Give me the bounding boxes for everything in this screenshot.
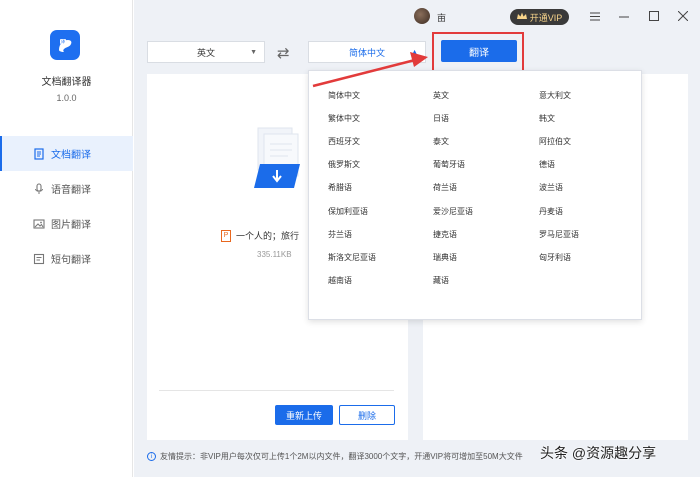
- language-option[interactable]: 德语: [539, 153, 639, 176]
- caret-up-icon: ▲: [411, 49, 418, 56]
- vip-button[interactable]: 开通VIP: [510, 9, 569, 25]
- language-option[interactable]: 西班牙文: [328, 130, 433, 153]
- username[interactable]: 亩: [437, 11, 446, 24]
- target-language-value: 简体中文: [348, 47, 385, 58]
- sidebar-item-image-translate[interactable]: 图片翻译: [0, 206, 133, 241]
- sidebar-item-voice-translate[interactable]: 语音翻译: [0, 171, 133, 206]
- language-option[interactable]: 保加利亚语: [328, 199, 433, 222]
- source-language-select[interactable]: 英文 ▼: [147, 41, 265, 63]
- document-icon: [33, 147, 45, 160]
- text-icon: [33, 253, 45, 265]
- language-dropdown: 简体中文 英文 意大利文繁体中文 日语 韩文西班牙文 泰文 阿拉伯文俄罗斯文 葡萄牙语 德语希腊…: [308, 70, 642, 320]
- app-name: 文档翻译器: [41, 77, 92, 88]
- avatar[interactable]: [414, 8, 430, 24]
- language-option[interactable]: 爱沙尼亚语: [433, 199, 539, 222]
- microphone-icon: [33, 182, 45, 195]
- language-option[interactable]: 罗马尼亚语: [539, 223, 639, 246]
- divider: [159, 390, 394, 391]
- file-name: 一个人的；旅行: [236, 231, 300, 241]
- language-option[interactable]: 日语: [433, 107, 539, 130]
- language-option[interactable]: 希腊语: [328, 176, 433, 199]
- language-option[interactable]: 波兰语: [539, 176, 639, 199]
- crown-icon: [516, 12, 527, 22]
- language-option[interactable]: 丹麦语: [539, 199, 639, 222]
- sidebar-nav: 文档翻译 语音翻译 图片翻译 短句翻译: [0, 136, 133, 276]
- sidebar-item-sentence-translate[interactable]: 短句翻译: [0, 241, 133, 276]
- tip-text: 友情提示：非VIP用户每次仅可上传1个2M以内文件，翻译3000个文字，开通VI…: [160, 452, 523, 461]
- language-option[interactable]: 意大利文: [539, 84, 639, 107]
- language-option[interactable]: 韩文: [539, 107, 639, 130]
- app-version: 1.0.0: [56, 93, 77, 103]
- sidebar-item-label: 短句翻译: [51, 255, 91, 266]
- target-language-select[interactable]: 简体中文 ▲: [308, 41, 426, 63]
- language-option[interactable]: 泰文: [433, 130, 539, 153]
- swap-icon[interactable]: ⇄: [277, 44, 290, 62]
- reupload-button[interactable]: 重新上传: [275, 405, 333, 425]
- close-icon[interactable]: [676, 9, 690, 23]
- source-language-value: 英文: [196, 47, 215, 58]
- file-entry: P 一个人的；旅行: [221, 229, 299, 242]
- language-option[interactable]: 阿拉伯文: [539, 130, 639, 153]
- language-option[interactable]: 瑞典语: [433, 246, 539, 269]
- language-option[interactable]: 英文: [433, 84, 539, 107]
- maximize-icon[interactable]: [647, 9, 661, 23]
- language-option[interactable]: 捷克语: [433, 223, 539, 246]
- sidebar-item-label: 图片翻译: [51, 220, 91, 231]
- language-option[interactable]: 葡萄牙语: [433, 153, 539, 176]
- language-option[interactable]: 芬兰语: [328, 223, 433, 246]
- language-option[interactable]: 匈牙利语: [539, 246, 639, 269]
- language-option[interactable]: 藏语: [433, 269, 539, 292]
- language-option[interactable]: 越南语: [328, 269, 433, 292]
- info-icon: i: [147, 452, 156, 461]
- language-option[interactable]: 荷兰语: [433, 176, 539, 199]
- upload-document-icon: [250, 124, 310, 194]
- image-icon: [33, 218, 45, 230]
- file-size: 335.11KB: [257, 250, 292, 259]
- delete-button[interactable]: 删除: [339, 405, 395, 425]
- sidebar-item-document-translate[interactable]: 文档翻译: [0, 136, 133, 171]
- language-option[interactable]: 简体中文: [328, 84, 433, 107]
- pdf-file-icon: P: [221, 229, 231, 242]
- sidebar: 译 文档翻译器 1.0.0 文档翻译 语音翻译 图片翻译 短句翻译: [0, 0, 133, 477]
- translate-button[interactable]: 翻译: [441, 40, 517, 62]
- minimize-icon[interactable]: [617, 9, 631, 23]
- language-option[interactable]: 繁体中文: [328, 107, 433, 130]
- app-logo: 译: [50, 30, 80, 60]
- vip-label: 开通VIP: [529, 12, 563, 23]
- language-option[interactable]: 斯洛文尼亚语: [328, 246, 433, 269]
- sidebar-item-label: 文档翻译: [51, 150, 91, 161]
- sidebar-item-label: 语音翻译: [51, 185, 91, 196]
- caret-down-icon: ▼: [250, 49, 257, 56]
- watermark: 头条 @资源趣分享: [540, 445, 657, 461]
- language-grid: 简体中文 英文 意大利文繁体中文 日语 韩文西班牙文 泰文 阿拉伯文俄罗斯文 葡萄牙语 德语希腊…: [309, 84, 643, 292]
- svg-text:译: 译: [61, 38, 65, 44]
- language-option[interactable]: 俄罗斯文: [328, 153, 433, 176]
- tip-bar: i 友情提示：非VIP用户每次仅可上传1个2M以内文件，翻译3000个文字，开通…: [147, 451, 523, 462]
- menu-icon[interactable]: [588, 9, 602, 23]
